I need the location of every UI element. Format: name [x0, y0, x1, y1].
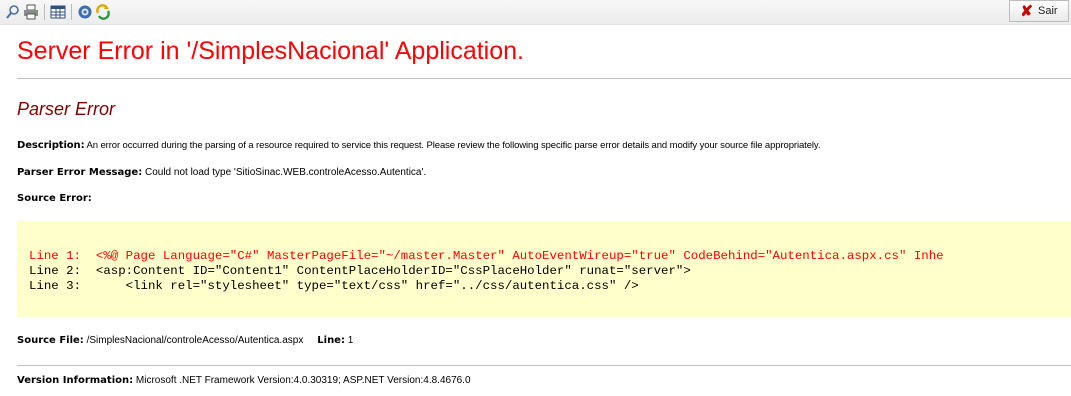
version-label: Version Information:	[17, 375, 134, 386]
divider	[17, 365, 1071, 366]
description-text: An error occurred during the parsing of …	[86, 140, 821, 151]
code-line-2: Line 2: <asp:Content ID="Content1" Conte…	[29, 264, 691, 278]
toolbar-icons	[5, 4, 113, 20]
version-text: Microsoft .NET Framework Version:4.0.303…	[135, 375, 471, 386]
exit-button-label: Sair	[1038, 5, 1058, 17]
source-error-line: Source Error:	[17, 193, 92, 204]
code-line-1: Line 1: <%@ Page Language="C#" MasterPag…	[29, 249, 944, 263]
toolbar-separator	[44, 4, 45, 20]
line-label: Line:	[317, 335, 345, 346]
close-icon: ✘	[1020, 2, 1033, 20]
printer-icon[interactable]	[23, 4, 39, 20]
description-label: Description:	[17, 140, 85, 151]
source-error-label: Source Error:	[17, 193, 92, 204]
code-line-3: Line 3: <link rel="stylesheet" type="tex…	[29, 279, 639, 293]
exit-button[interactable]: ✘ Sair	[1009, 0, 1069, 22]
error-subtitle: Parser Error	[17, 99, 116, 119]
toolbar: ✘ Sair	[0, 0, 1071, 25]
source-code-block: Line 1: <%@ Page Language="C#" MasterPag…	[17, 221, 1071, 317]
divider	[17, 78, 1071, 79]
gear-icon[interactable]	[77, 4, 93, 20]
search-icon[interactable]	[5, 4, 21, 20]
grid-icon[interactable]	[50, 4, 66, 20]
source-file-path: /SimplesNacional/controleAcesso/Autentic…	[86, 335, 304, 346]
description-line: Description: An error occurred during th…	[17, 140, 820, 151]
refresh-icon[interactable]	[95, 4, 111, 20]
source-file-label: Source File:	[17, 335, 84, 346]
version-line: Version Information: Microsoft .NET Fram…	[17, 375, 471, 386]
parser-message-line: Parser Error Message: Could not load typ…	[17, 167, 426, 178]
page-title: Server Error in '/SimplesNacional' Appli…	[17, 37, 524, 65]
parser-message-text: Could not load type 'SitioSinac.WEB.cont…	[144, 167, 427, 178]
parser-message-label: Parser Error Message:	[17, 167, 143, 178]
source-file-line: Source File: /SimplesNacional/controleAc…	[17, 335, 353, 346]
toolbar-separator	[71, 4, 72, 20]
line-value: 1	[347, 335, 354, 346]
